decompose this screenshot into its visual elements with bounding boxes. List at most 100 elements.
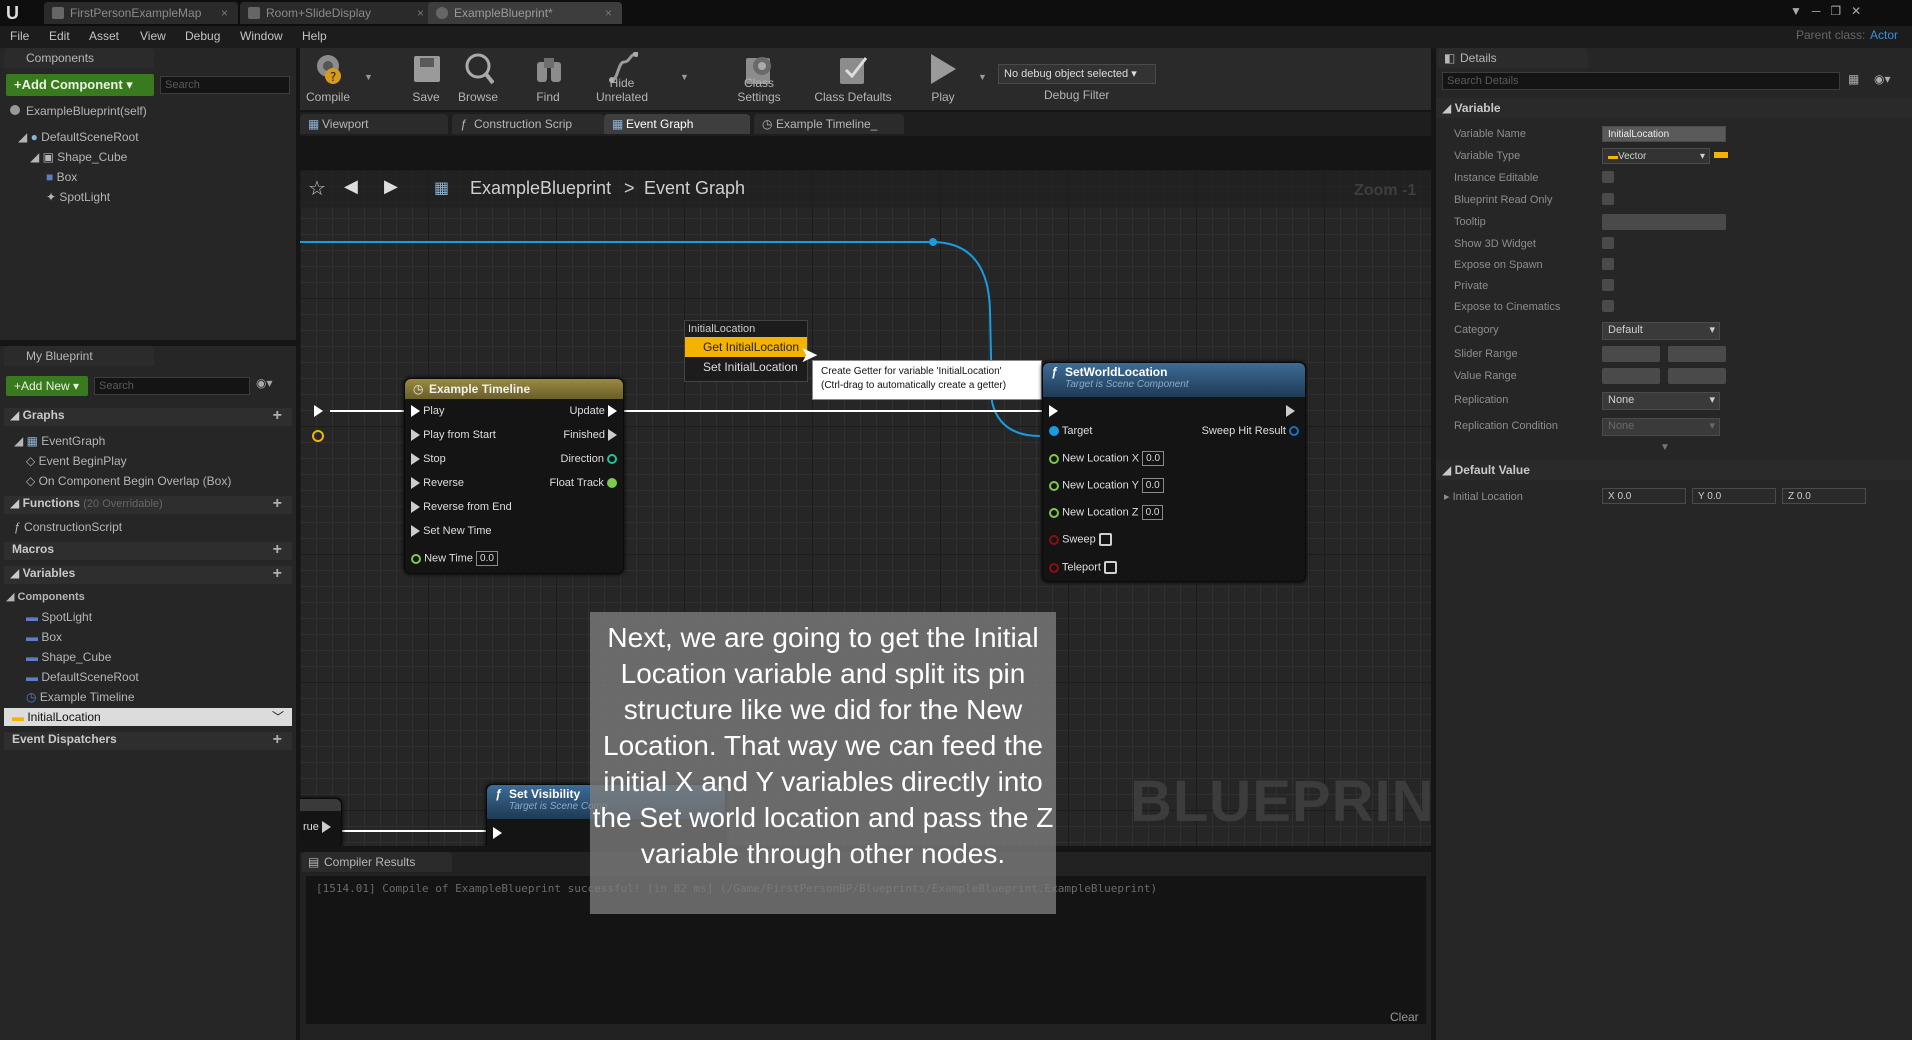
initial-location-row[interactable]: ▸ Initial Location [1444, 490, 1523, 503]
close-icon[interactable]: × [417, 2, 424, 24]
close-icon[interactable]: × [605, 2, 612, 24]
variable-type-select[interactable]: ▬Vector ▾ [1602, 148, 1710, 164]
star-icon[interactable]: ☆ [308, 176, 326, 201]
browse-button[interactable]: Browse [442, 50, 514, 106]
variables-section[interactable]: ◢ Variables + [4, 566, 292, 584]
category-select[interactable]: Default ▾ [1602, 322, 1720, 340]
example-timeline-node[interactable]: ◷ Example Timeline Play Play from Start S… [404, 378, 624, 574]
menu-file[interactable]: File [10, 29, 29, 43]
pin-true[interactable]: rue [303, 821, 331, 834]
tab-example-timeline[interactable]: ◷ Example Timeline_ [754, 114, 904, 134]
tab-viewport[interactable]: ▦ Viewport [300, 114, 448, 134]
caret-down-icon[interactable]: ▼ [364, 72, 373, 82]
location-y-value[interactable]: 0.0 [1141, 478, 1164, 493]
initial-location-z[interactable]: Z 0.0 [1782, 488, 1866, 504]
expand-advanced-icon[interactable]: ▼ [1660, 442, 1670, 453]
my-blueprint-search-input[interactable]: Search [94, 377, 250, 395]
expose-to-cinematics-checkbox[interactable] [1602, 300, 1614, 312]
default-value-section[interactable]: ◢ Default Value [1436, 460, 1912, 480]
graphs-section[interactable]: ◢ Graphs + [4, 408, 292, 426]
event-item[interactable]: ◇ On Component Begin Overlap (Box) [26, 474, 231, 488]
caret-down-icon[interactable]: ▼ [978, 72, 987, 82]
show-3d-widget-checkbox[interactable] [1602, 237, 1614, 249]
dispatchers-section[interactable]: Event Dispatchers + [4, 732, 292, 750]
pin-new-location-z[interactable]: New Location Z 0.0 [1049, 505, 1164, 520]
forward-arrow-icon[interactable]: ▶ [384, 176, 398, 197]
details-search-input[interactable]: Search Details [1442, 72, 1840, 90]
tab-event-graph[interactable]: ▦ Event Graph [604, 114, 750, 134]
pin-finished[interactable]: Finished [563, 429, 617, 442]
exec-in-pin[interactable] [493, 827, 502, 839]
components-var-section[interactable]: ◢ Components [6, 590, 85, 603]
pin-sweep[interactable]: Sweep [1049, 533, 1112, 546]
menu-edit[interactable]: Edit [49, 29, 70, 43]
compile-button[interactable]: ? Compile [292, 50, 364, 106]
class-settings-button[interactable]: Class Settings [722, 50, 796, 106]
menu-view[interactable]: View [140, 29, 166, 43]
pin-target[interactable]: Target [1049, 425, 1092, 437]
sweep-checkbox[interactable] [1098, 533, 1112, 546]
var-item[interactable]: ▬ SpotLight [26, 610, 92, 624]
add-macro-icon[interactable]: + [273, 542, 282, 558]
tree-item-spotlight[interactable]: ✦ SpotLight [46, 190, 110, 204]
pin-new-time[interactable]: New Time 0.0 [411, 551, 498, 566]
tab-construction-script[interactable]: ƒ Construction Scrip [452, 114, 604, 134]
branch-node-partial[interactable]: rue [300, 798, 342, 846]
add-dispatcher-icon[interactable]: + [273, 732, 282, 748]
menu-help[interactable]: Help [302, 29, 327, 43]
event-item[interactable]: ◇ Event BeginPlay [26, 454, 127, 468]
exec-pin[interactable] [314, 405, 323, 417]
doc-tab-room[interactable]: Room+SlideDisplay × [240, 2, 434, 24]
set-world-location-node[interactable]: ƒ SetWorldLocation Target is Scene Compo… [1042, 362, 1306, 582]
doc-tab-blueprint[interactable]: ExampleBlueprint* × [428, 2, 622, 24]
value-range-max[interactable] [1668, 368, 1726, 384]
pin-reverse[interactable]: Reverse [411, 477, 464, 490]
details-tab[interactable]: ◧ Details [1438, 48, 1588, 68]
teleport-checkbox[interactable] [1104, 561, 1118, 574]
var-item[interactable]: ▬ Shape_Cube [26, 650, 111, 664]
location-x-value[interactable]: 0.0 [1142, 451, 1165, 466]
var-item[interactable]: ◷ Example Timeline [26, 690, 135, 704]
class-defaults-button[interactable]: Class Defaults [812, 50, 894, 106]
instance-editable-checkbox[interactable] [1602, 171, 1614, 183]
tree-item-shape-cube[interactable]: ◢ ▣ Shape_Cube [30, 150, 127, 164]
components-tab[interactable]: Components [4, 48, 154, 68]
debug-object-select[interactable]: No debug object selected ▾ [998, 64, 1156, 84]
back-arrow-icon[interactable]: ◀ [344, 176, 358, 197]
variable-section[interactable]: ◢ Variable [1436, 98, 1912, 118]
macros-section[interactable]: Macros + [4, 542, 292, 560]
new-time-value[interactable]: 0.0 [476, 551, 498, 566]
menu-window[interactable]: Window [240, 29, 283, 43]
pin-reverse-from-end[interactable]: Reverse from End [411, 501, 512, 514]
pin-stop[interactable]: Stop [411, 453, 446, 466]
self-item[interactable]: ExampleBlueprint(self) [10, 104, 147, 118]
pin-new-location-x[interactable]: New Location X 0.0 [1049, 451, 1165, 466]
tree-item-box[interactable]: ■ Box [46, 170, 77, 184]
variable-name-input[interactable]: InitialLocation [1602, 126, 1726, 142]
initial-location-y[interactable]: Y 0.0 [1692, 488, 1776, 504]
replication-condition-select[interactable]: None ▾ [1602, 418, 1720, 436]
add-function-icon[interactable]: + [273, 496, 282, 512]
tooltip-input[interactable] [1602, 214, 1726, 230]
pin-play-from-start[interactable]: Play from Start [411, 429, 496, 442]
compiler-results-tab[interactable]: ▤ Compiler Results [302, 852, 452, 872]
add-new-button[interactable]: +Add New ▾ [6, 376, 88, 396]
grid-view-icon[interactable]: ▦ [1848, 72, 1859, 86]
get-variable-item[interactable]: Get InitialLocation [685, 337, 807, 357]
pin-play[interactable]: Play [411, 405, 444, 418]
hide-unrelated-button[interactable]: Hide Unrelated [586, 50, 658, 106]
container-type-icon[interactable] [1714, 152, 1728, 158]
breadcrumb-leaf[interactable]: Event Graph [644, 178, 745, 199]
my-blueprint-tab[interactable]: My Blueprint [4, 346, 154, 366]
eye-icon[interactable]: ◉▾ [1874, 72, 1891, 86]
value-range-min[interactable] [1602, 368, 1660, 384]
slider-range-min[interactable] [1602, 346, 1660, 362]
play-button[interactable]: Play [908, 50, 978, 106]
add-component-button[interactable]: +Add Component ▾ [6, 74, 154, 96]
functions-section[interactable]: ◢ Functions (20 Overridable) + [4, 496, 292, 514]
view-options-icon[interactable]: ◉▾ [256, 376, 273, 390]
event-pin[interactable] [312, 430, 324, 442]
private-checkbox[interactable] [1602, 279, 1614, 291]
pin-update[interactable]: Update [569, 405, 617, 418]
replication-select[interactable]: None ▾ [1602, 392, 1720, 410]
